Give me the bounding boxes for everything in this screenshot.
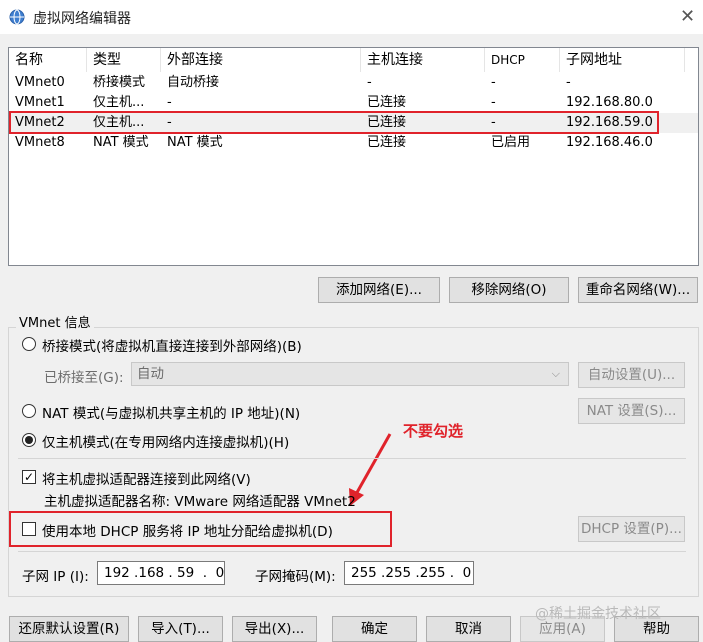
bridged-to-value: 自动 [137, 366, 164, 382]
cell-type: 仅主机... [93, 115, 145, 130]
cell-type: 桥接模式 [93, 75, 146, 90]
host-only-label[interactable]: 仅主机模式(在专用网络内连接虚拟机)(H) [42, 431, 289, 451]
cell-subnet: - [566, 75, 571, 90]
cell-subnet: 192.168.59.0 [566, 115, 653, 130]
ok-button[interactable]: 确定 [332, 616, 417, 642]
nat-settings-button[interactable]: NAT 设置(S)... [578, 398, 685, 424]
table-row[interactable]: VMnet1 仅主机... - 已连接 - 192.168.80.0 [9, 93, 698, 113]
column-header-external[interactable]: 外部连接 [161, 48, 361, 72]
connect-adapter-checkbox[interactable]: ✓ [22, 470, 36, 484]
bridged-to-select[interactable]: 自动 ⌵ [131, 362, 569, 386]
dhcp-settings-button[interactable]: DHCP 设置(P)... [578, 516, 685, 542]
cell-host: 已连接 [367, 135, 407, 150]
adapter-name-label: 主机虚拟适配器名称: VMware 网络适配器 VMnet2 [44, 494, 356, 510]
column-header-type[interactable]: 类型 [87, 48, 161, 72]
window-title: 虚拟网络编辑器 [33, 11, 131, 27]
cell-name: VMnet0 [15, 75, 65, 90]
watermark-text: @稀土掘金技术社区 [535, 606, 661, 622]
column-header-subnet[interactable]: 子网地址 [560, 48, 685, 72]
auto-settings-button[interactable]: 自动设置(U)... [578, 362, 685, 388]
network-table[interactable]: 名称 类型 外部连接 主机连接 DHCP 子网地址 VMnet0 桥接模式 自动… [8, 47, 699, 266]
cell-name: VMnet8 [15, 135, 65, 150]
subnet-mask-label: 子网掩码(M): [255, 569, 336, 585]
subnet-ip-label: 子网 IP (I): [22, 569, 89, 585]
cell-dhcp: - [491, 115, 496, 130]
cell-subnet: 192.168.46.0 [566, 135, 653, 150]
column-header-name[interactable]: 名称 [9, 48, 87, 72]
remove-network-button[interactable]: 移除网络(O) [449, 277, 569, 303]
separator-line [18, 551, 686, 552]
restore-defaults-button[interactable]: 还原默认设置(R) [9, 616, 129, 642]
use-dhcp-checkbox[interactable] [22, 522, 36, 536]
bridge-mode-radio[interactable] [22, 337, 36, 351]
cell-dhcp: - [491, 75, 496, 90]
chevron-down-icon: ⌵ [551, 367, 560, 380]
cell-host: - [367, 75, 372, 90]
table-row[interactable]: VMnet8 NAT 模式 NAT 模式 已连接 已启用 192.168.46.… [9, 133, 698, 153]
separator-line [18, 458, 686, 459]
nat-mode-label[interactable]: NAT 模式(与虚拟机共享主机的 IP 地址)(N) [42, 402, 300, 422]
rename-network-button[interactable]: 重命名网络(W)... [578, 277, 698, 303]
nat-mode-radio[interactable] [22, 404, 36, 418]
cell-host: 已连接 [367, 95, 407, 110]
connect-adapter-label[interactable]: 将主机虚拟适配器连接到此网络(V) [42, 468, 251, 488]
cell-dhcp: - [491, 95, 496, 110]
cell-name: VMnet1 [15, 95, 65, 110]
bridged-to-label: 已桥接至(G): [44, 370, 124, 386]
cell-subnet: 192.168.80.0 [566, 95, 653, 110]
cell-dhcp: 已启用 [491, 135, 531, 150]
cell-name: VMnet2 [15, 115, 65, 130]
column-header-dhcp[interactable]: DHCP [485, 48, 560, 72]
cell-external: - [167, 95, 172, 110]
cell-external: NAT 模式 [167, 135, 223, 150]
export-button[interactable]: 导出(X)... [232, 616, 317, 642]
use-dhcp-label[interactable]: 使用本地 DHCP 服务将 IP 地址分配给虚拟机(D) [42, 520, 333, 540]
network-globe-icon [9, 9, 25, 25]
subnet-ip-input[interactable]: 192 .168 . 59 . 0 [97, 561, 225, 585]
table-row[interactable]: VMnet0 桥接模式 自动桥接 - - - [9, 73, 698, 93]
cell-host: 已连接 [367, 115, 407, 130]
add-network-button[interactable]: 添加网络(E)... [318, 277, 440, 303]
subnet-mask-input[interactable]: 255 .255 .255 . 0 [344, 561, 474, 585]
cell-external: - [167, 115, 172, 130]
annotation-text: 不要勾选 [403, 422, 464, 440]
cell-external: 自动桥接 [167, 75, 220, 90]
table-row-selected[interactable]: VMnet2 仅主机... - 已连接 - 192.168.59.0 [9, 113, 698, 133]
column-header-host[interactable]: 主机连接 [361, 48, 485, 72]
cancel-button[interactable]: 取消 [426, 616, 511, 642]
host-only-radio[interactable] [22, 433, 36, 447]
vmnet-info-legend: VMnet 信息 [16, 312, 94, 331]
cell-type: 仅主机... [93, 95, 145, 110]
cell-type: NAT 模式 [93, 135, 149, 150]
import-button[interactable]: 导入(T)... [138, 616, 223, 642]
close-icon[interactable]: ✕ [680, 6, 695, 27]
bridge-mode-label[interactable]: 桥接模式(将虚拟机直接连接到外部网络)(B) [42, 335, 302, 355]
